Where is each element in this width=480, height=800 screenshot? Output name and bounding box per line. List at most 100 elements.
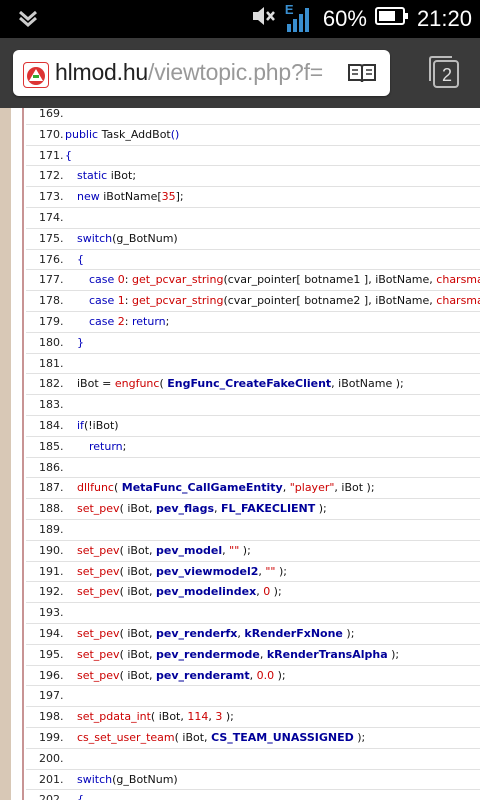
code-token: ; (165, 314, 170, 328)
code-token: set_pev (77, 543, 120, 557)
code-line: 202. { (26, 790, 480, 800)
code-token: set_pev (77, 668, 120, 682)
line-number: 176. (39, 252, 64, 266)
code-line: 183. (26, 395, 480, 416)
code-token: ( iBot, (119, 502, 157, 516)
code-token: set_pev (77, 585, 120, 599)
code-token: switch (77, 231, 113, 245)
url-bar[interactable]: hlmod.hu/viewtopic.php?f= (13, 50, 390, 96)
code-line: 171.{ (26, 146, 480, 167)
clock: 21:20 (416, 6, 472, 31)
code-token: 2 (117, 314, 125, 328)
code-token: return (132, 314, 166, 328)
code-token: pev_model (156, 543, 223, 557)
code-token: ]; (175, 190, 184, 204)
code-text: switch(g_BotNum) (77, 229, 178, 249)
code-line: 179. case 2: return; (26, 312, 480, 333)
code-token: MetaFunc_CallGameEntity (121, 481, 283, 495)
battery-icon (374, 6, 409, 32)
url-text[interactable]: hlmod.hu/viewtopic.php?f= (55, 59, 335, 86)
code-token: static (77, 169, 108, 183)
page-content[interactable]: 169. 170. public Task_AddBot() 171.{172. sta… (0, 108, 480, 800)
line-number: 175. (39, 231, 64, 245)
code-token: : (124, 294, 132, 308)
code-text: iBot = engfunc( EngFunc_CreateFakeClient… (77, 374, 404, 394)
code-token: ; (122, 439, 127, 453)
code-text: case 2: return; (89, 312, 170, 332)
code-text: { (65, 146, 72, 166)
code-token: case (89, 314, 115, 328)
code-line: 184. if(!iBot) (26, 416, 480, 437)
code-token: ); (239, 543, 251, 557)
code-token: 0 (117, 273, 125, 287)
code-text: set_pev( iBot, pev_rendermode, kRenderTr… (77, 645, 399, 665)
code-token: , iBotName ); (331, 377, 404, 391)
code-line: 187. dllfunc( MetaFunc_CallGameEntity, "p… (26, 478, 480, 500)
tabs-button[interactable]: 2 (420, 50, 472, 96)
code-token: , iBot ); (334, 481, 375, 495)
code-token: ( iBot, (119, 585, 157, 599)
code-token: get_pcvar_string (132, 273, 224, 287)
line-number: 177. (39, 273, 64, 287)
page-margin (0, 108, 11, 800)
code-line: 180.} (26, 333, 480, 354)
line-number: 192. (39, 585, 64, 599)
code-text: } (77, 333, 84, 353)
code-token: "player" (289, 481, 335, 495)
code-token: , (282, 481, 290, 495)
line-number: 196. (39, 668, 64, 682)
code-token: ); (274, 668, 286, 682)
code-token: ( iBot, (119, 668, 157, 682)
code-text: set_pev( iBot, pev_viewmodel2, "" ); (77, 562, 287, 582)
status-indicators: E 60% 21:20 (251, 0, 472, 38)
code-token: ( iBot, (119, 626, 157, 640)
code-token: case (89, 294, 115, 308)
code-text: static iBot; (77, 166, 136, 186)
code-token: return (89, 439, 123, 453)
line-number: 190. (39, 543, 64, 557)
code-token: 1 (117, 294, 125, 308)
code-token: pev_modelindex (156, 585, 257, 599)
code-line: 188. set_pev( iBot, pev_flags, FL_FAKECLI… (26, 499, 480, 520)
code-token: "" (265, 564, 276, 578)
download-arrow-icon (18, 10, 38, 32)
code-text: set_pev( iBot, pev_flags, FL_FAKECLIENT … (77, 499, 327, 519)
code-token: { (65, 148, 72, 162)
line-number: 202. (39, 793, 64, 800)
code-line: 196. set_pev( iBot, pev_renderamt, 0.0 ); (26, 666, 480, 687)
code-block-border (22, 108, 24, 800)
code-token: pev_renderamt (156, 668, 250, 682)
code-line: 186. (26, 458, 480, 479)
code-token: set_pev (77, 564, 120, 578)
line-number: 186. (39, 460, 64, 474)
code-token: (cvar_pointer[ botname2 ], iBotName, (223, 294, 437, 308)
line-number: 193. (39, 606, 64, 620)
code-token: if (77, 418, 84, 432)
code-token: 35 (161, 190, 176, 204)
url-path: /viewtopic.php?f= (148, 59, 323, 85)
code-token: ); (222, 710, 234, 724)
line-number: 195. (39, 647, 64, 661)
code-token: (!iBot) (83, 418, 119, 432)
code-block: 169. 170. public Task_AddBot() 171.{172. sta… (26, 108, 480, 800)
code-line: 181. (26, 354, 480, 375)
code-token: kRenderTransAlpha (266, 647, 388, 661)
line-number: 191. (39, 564, 64, 578)
browser-toolbar: hlmod.hu/viewtopic.php?f= 2 (0, 38, 480, 108)
code-token: case (89, 273, 115, 287)
code-token: () (170, 127, 180, 141)
code-text: cs_set_user_team( iBot, CS_TEAM_UNASSIGN… (77, 728, 365, 748)
code-token: 0.0 (256, 668, 275, 682)
status-bar: E 60% 21:20 (0, 0, 480, 38)
code-token: { (77, 252, 84, 266)
code-line: 170. public Task_AddBot() (26, 125, 480, 146)
code-line: 193. (26, 603, 480, 624)
code-token: ); (270, 585, 282, 599)
reader-mode-icon[interactable] (347, 62, 377, 88)
code-token: 114 (187, 710, 209, 724)
code-line: 173. new iBotName[35]; (26, 187, 480, 208)
code-line: 198. set_pdata_int( iBot, 114, 3 ); (26, 707, 480, 728)
line-number: 181. (39, 356, 64, 370)
code-token: public (65, 127, 99, 141)
code-token: new (77, 190, 100, 204)
